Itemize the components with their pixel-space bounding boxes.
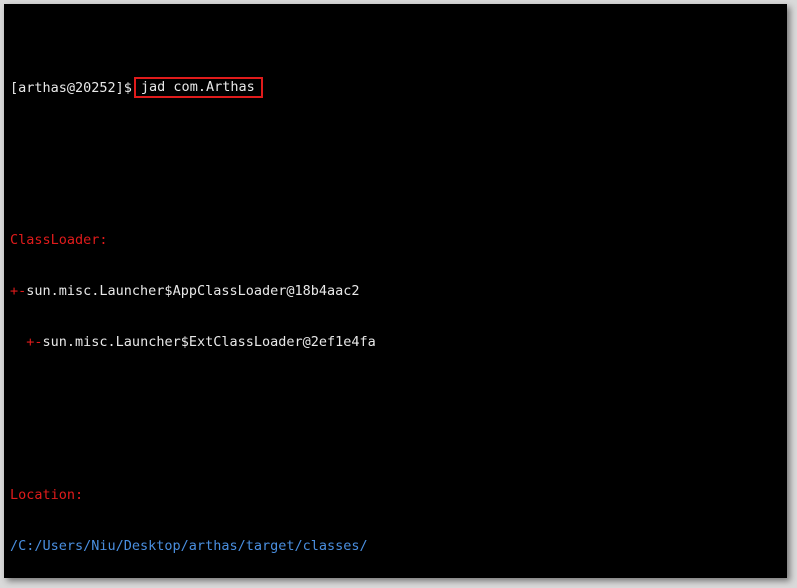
- classloader-name: sun.misc.Launcher$AppClassLoader@18b4aac…: [26, 282, 360, 299]
- shell-prompt: [arthas@20252]$: [10, 80, 132, 97]
- command-prompt-line: [arthas@20252]$ jad com.Arthas: [10, 77, 701, 99]
- classloader-name: sun.misc.Launcher$ExtClassLoader@2ef1e4f…: [42, 333, 376, 350]
- terminal-window-frame: [arthas@20252]$ jad com.Arthas ClassLoade…: [0, 0, 797, 588]
- location-heading: Location:: [10, 487, 701, 504]
- console-output: [arthas@20252]$ jad com.Arthas ClassLoade…: [4, 4, 701, 578]
- terminal-screen[interactable]: [arthas@20252]$ jad com.Arthas ClassLoade…: [4, 4, 787, 578]
- classloader-heading-text: ClassLoader:: [10, 231, 108, 248]
- classloader-heading: ClassLoader:: [10, 232, 701, 249]
- tree-prefix-icon: +-: [26, 333, 43, 350]
- entered-command[interactable]: jad com.Arthas: [133, 77, 263, 99]
- location-path[interactable]: /C:/Users/Niu/Desktop/arthas/target/clas…: [10, 538, 368, 554]
- location-path-line: /C:/Users/Niu/Desktop/arthas/target/clas…: [10, 538, 701, 555]
- classloader-entry-app: +-sun.misc.Launcher$AppClassLoader@18b4a…: [10, 283, 701, 300]
- location-heading-text: Location:: [10, 487, 84, 504]
- tree-prefix-icon: +-: [10, 282, 27, 299]
- classloader-entry-ext: +-sun.misc.Launcher$ExtClassLoader@2ef1e…: [10, 334, 701, 351]
